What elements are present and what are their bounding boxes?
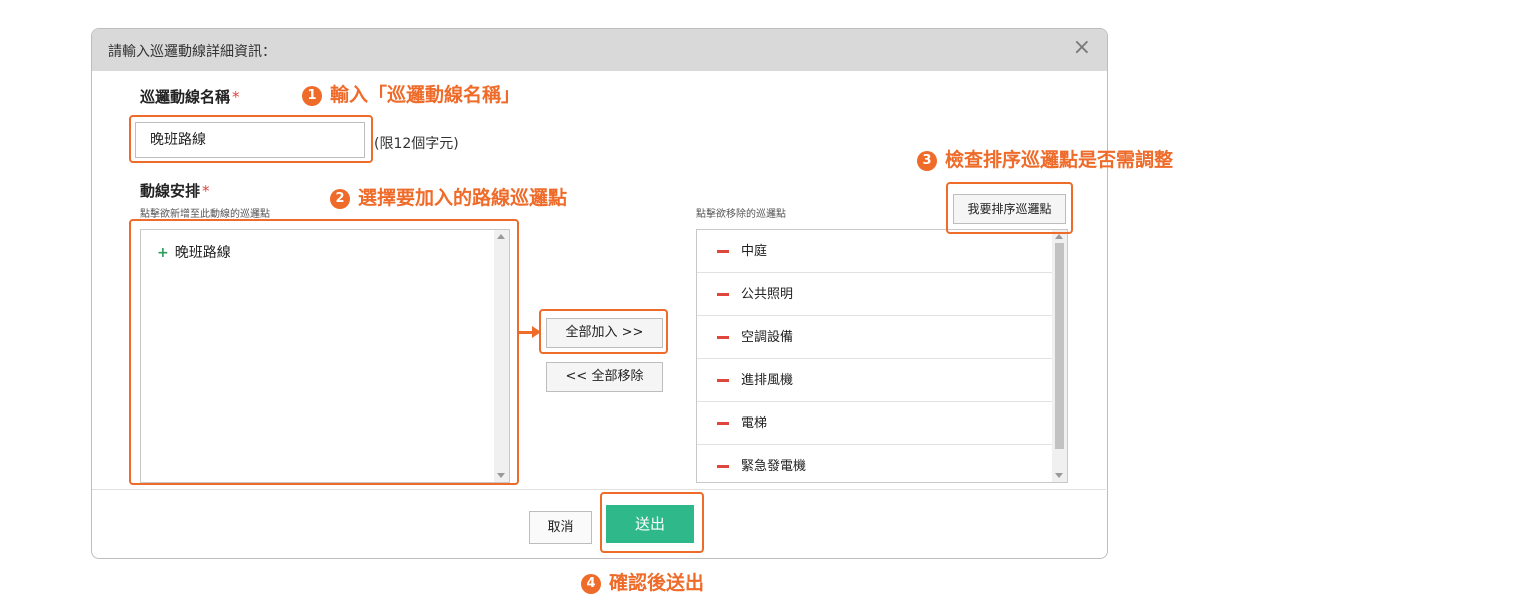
minus-icon	[717, 422, 729, 425]
scrollbar-thumb[interactable]	[1055, 243, 1064, 449]
list-item-label: 進排風機	[741, 373, 794, 388]
list-item-label: 電梯	[741, 416, 768, 431]
annotation-text: 檢查排序巡邏點是否需調整	[945, 149, 1174, 171]
route-arrangement-label-text: 動線安排	[140, 182, 201, 200]
scroll-down-icon[interactable]	[1055, 473, 1063, 478]
list-item-label: 緊急發電機	[741, 459, 807, 474]
remove-all-button[interactable]: << 全部移除	[546, 362, 663, 392]
right-list-hint: 點擊欲移除的巡邏點	[696, 209, 786, 220]
highlight-sort-button	[946, 182, 1073, 234]
char-limit-note: (限12個字元)	[374, 136, 459, 152]
annotation-text: 選擇要加入的路線巡邏點	[358, 187, 568, 209]
minus-icon	[717, 250, 729, 253]
selected-points-list[interactable]: 中庭 公共照明 空調設備 進排風機 電梯 緊急發電機	[696, 229, 1068, 483]
highlight-submit	[600, 492, 704, 553]
scroll-up-icon[interactable]	[1055, 234, 1063, 239]
list-item[interactable]: 緊急發電機	[697, 445, 1053, 488]
list-item-label: 空調設備	[741, 330, 794, 345]
annotation-text: 確認後送出	[609, 572, 705, 594]
annotation-step-1: 1 輸入「巡邏動線名稱」	[302, 80, 520, 107]
required-mark: *	[202, 182, 210, 200]
list-item[interactable]: 公共照明	[697, 273, 1053, 316]
dialog-title: 請輸入巡邏動線詳細資訊：	[108, 44, 276, 60]
list-item[interactable]: 空調設備	[697, 316, 1053, 359]
annotation-step-2: 2 選擇要加入的路線巡邏點	[330, 183, 567, 210]
required-mark: *	[232, 88, 240, 106]
annotation-step-3: 3 檢查排序巡邏點是否需調整	[917, 145, 1173, 172]
list-item[interactable]: 進排風機	[697, 359, 1053, 402]
scrollbar[interactable]	[1052, 230, 1067, 482]
route-arrangement-label: 動線安排 *	[140, 180, 210, 201]
annotation-step-4: 4 確認後送出	[581, 568, 704, 595]
list-item-label: 中庭	[741, 244, 768, 259]
list-item[interactable]: 中庭	[697, 230, 1053, 273]
footer-divider	[92, 489, 1106, 490]
highlight-name-input	[129, 115, 373, 163]
list-item-label: 公共照明	[741, 287, 794, 302]
dialog-header: 請輸入巡邏動線詳細資訊： ×	[92, 29, 1107, 71]
annotation-text: 輸入「巡邏動線名稱」	[330, 84, 521, 106]
minus-icon	[717, 379, 729, 382]
pointer-arrow-icon	[532, 326, 541, 338]
cancel-button[interactable]: 取消	[529, 511, 592, 544]
close-icon[interactable]: ×	[1073, 37, 1091, 59]
step-number: 2	[330, 189, 350, 209]
highlight-left-list	[129, 219, 519, 485]
highlight-add-all	[539, 309, 668, 354]
list-item[interactable]: 電梯	[697, 402, 1053, 445]
route-name-label: 巡邏動線名稱 *	[140, 86, 240, 107]
left-list-hint: 點擊欲新增至此動線的巡邏點	[140, 209, 270, 220]
minus-icon	[717, 336, 729, 339]
minus-icon	[717, 465, 729, 468]
route-name-label-text: 巡邏動線名稱	[140, 88, 231, 106]
step-number: 1	[302, 86, 322, 106]
step-number: 3	[917, 151, 937, 171]
minus-icon	[717, 293, 729, 296]
step-number: 4	[581, 574, 601, 594]
